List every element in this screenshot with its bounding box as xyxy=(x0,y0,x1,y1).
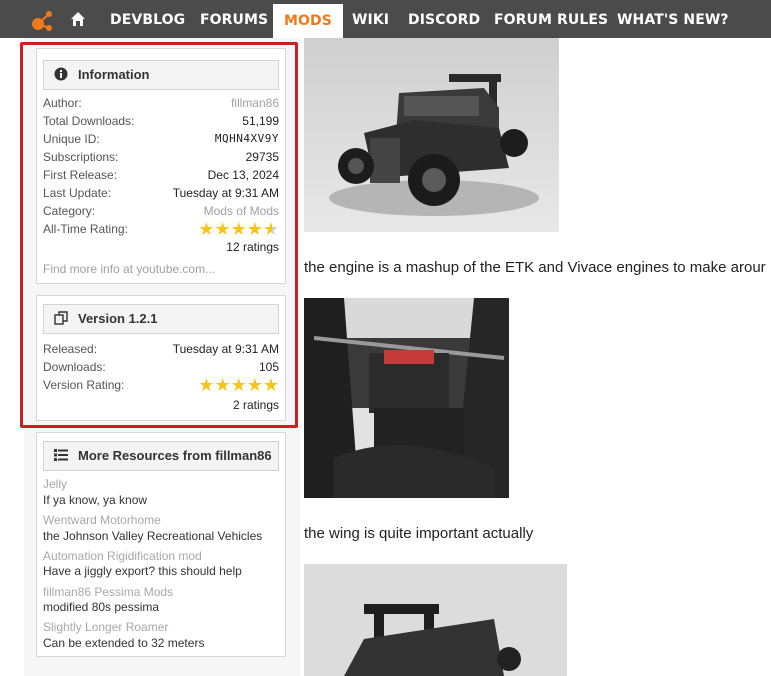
resource-title-link[interactable]: Jelly xyxy=(43,477,67,491)
resource-title-link[interactable]: Wentward Motorhome xyxy=(43,513,161,527)
list-icon xyxy=(54,449,68,461)
home-icon[interactable] xyxy=(70,11,86,27)
resource-description: If ya know, ya know xyxy=(43,493,148,507)
body-paragraph: the engine is a mashup of the ETK and Vi… xyxy=(304,259,766,276)
more-resources-header: More Resources from fillman86 xyxy=(43,441,279,471)
hotrod-car-image[interactable] xyxy=(304,38,559,232)
resource-description: modified 80s pessima xyxy=(43,600,160,614)
more-resources-title: More Resources from fillman86 xyxy=(78,448,272,463)
top-nav: DEVBLOG FORUMS MODS WIKI DISCORD FORUM R… xyxy=(0,0,771,38)
resource-title-link[interactable]: Slightly Longer Roamer xyxy=(43,620,168,634)
resource-description: Have a jiggly export? this should help xyxy=(43,564,242,578)
nav-whats-new[interactable]: WHAT'S NEW? xyxy=(617,0,729,38)
nav-forums[interactable]: FORUMS xyxy=(200,0,268,38)
highlight-box xyxy=(20,42,298,428)
resource-description: the Johnson Valley Recreational Vehicles xyxy=(43,529,263,543)
nav-forum-rules[interactable]: FORUM RULES xyxy=(494,0,608,38)
resource-description: Can be extended to 32 meters xyxy=(43,636,205,650)
nav-discord[interactable]: DISCORD xyxy=(408,0,480,38)
more-resources-box: More Resources from fillman86 Jelly If y… xyxy=(36,432,286,657)
resource-title-link[interactable]: Automation Rigidification mod xyxy=(43,549,202,563)
body-paragraph: the wing is quite important actually xyxy=(304,525,534,542)
nav-mods[interactable]: MODS xyxy=(273,4,343,38)
rear-wing-image[interactable] xyxy=(304,564,567,676)
nav-wiki[interactable]: WIKI xyxy=(352,0,389,38)
resource-title-link[interactable]: fillman86 Pessima Mods xyxy=(43,585,173,599)
beamng-logo-icon[interactable] xyxy=(30,10,54,32)
engine-bay-image[interactable] xyxy=(304,298,509,498)
nav-devblog[interactable]: DEVBLOG xyxy=(110,0,185,38)
